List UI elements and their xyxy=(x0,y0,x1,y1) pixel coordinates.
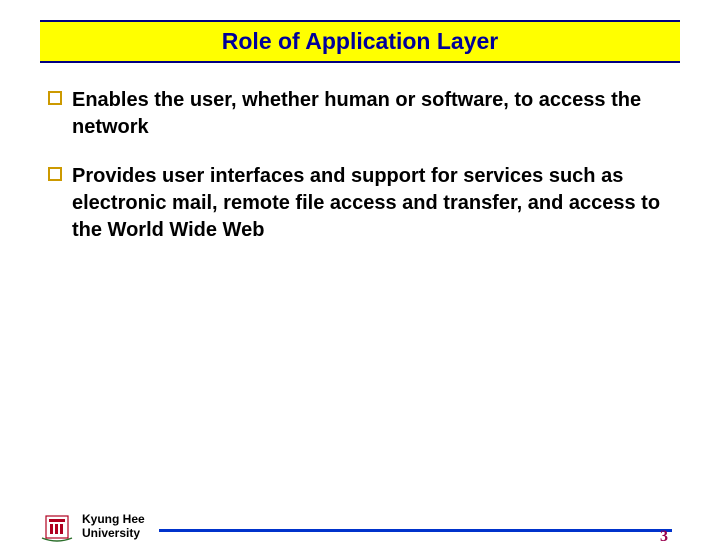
slide-body: Enables the user, whether human or softw… xyxy=(0,63,720,244)
bullet-text: Enables the user, whether human or softw… xyxy=(72,87,672,141)
university-name-line1: Kyung Hee xyxy=(82,513,145,527)
title-bar: Role of Application Layer xyxy=(40,20,680,63)
slide-title: Role of Application Layer xyxy=(40,28,680,55)
slide-footer: Kyung Hee University 3 xyxy=(40,512,680,542)
bullet-item: Enables the user, whether human or softw… xyxy=(48,87,672,141)
bullet-text: Provides user interfaces and support for… xyxy=(72,163,672,244)
square-bullet-icon xyxy=(48,91,62,105)
university-logo-icon xyxy=(40,512,74,542)
university-name-line2: University xyxy=(82,527,145,541)
bullet-item: Provides user interfaces and support for… xyxy=(48,163,672,244)
page-number: 3 xyxy=(660,528,668,546)
footer-divider xyxy=(159,529,672,532)
university-name: Kyung Hee University xyxy=(82,513,145,541)
square-bullet-icon xyxy=(48,167,62,181)
